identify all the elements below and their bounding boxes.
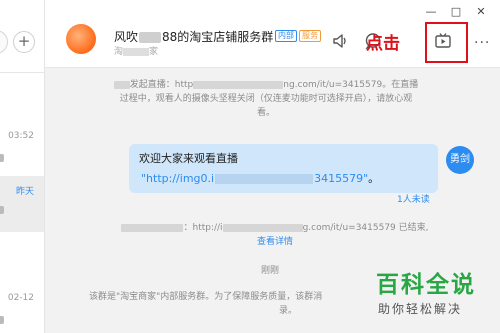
live-video-icon[interactable] bbox=[434, 32, 452, 50]
system-text: g.com/it/u=3415579 已结束, bbox=[302, 223, 429, 233]
system-message-live-end: ：http://i g.com/it/u=3415579 已结束, 查看详情 bbox=[105, 221, 445, 249]
system-text: ：http://i bbox=[183, 223, 223, 233]
subtitle-prefix: 淘 bbox=[114, 47, 124, 57]
system-text: ng.com/it/u=3415579。在直播 bbox=[283, 80, 419, 90]
redacted-text bbox=[123, 47, 150, 56]
group-subtitle: 淘家 bbox=[114, 44, 158, 57]
group-name: 风吹 88的淘宝店铺服务群 bbox=[114, 28, 273, 45]
system-text: 过程中，观看人的摄像头坚程关闭（仅连麦功能时可选择开启），请放心观 bbox=[119, 94, 413, 104]
system-text: 发起直播：http bbox=[129, 80, 194, 90]
click-annotation-label: 点击 bbox=[366, 34, 400, 54]
service-badge: 服务 bbox=[299, 30, 321, 42]
message-text: 欢迎大家来观看直播 bbox=[139, 152, 238, 165]
conversation-preview-fragment bbox=[0, 206, 4, 214]
internal-badge: 内部 bbox=[275, 30, 297, 42]
conversation-item-active[interactable]: 昨天 bbox=[0, 176, 44, 232]
speaker-icon[interactable] bbox=[332, 32, 350, 50]
message-link-prefix: "http://img0.i bbox=[141, 172, 215, 185]
redacted-text bbox=[113, 80, 130, 89]
maximize-button[interactable]: □ bbox=[449, 5, 463, 18]
conversation-preview-fragment bbox=[0, 316, 4, 324]
timestamp: 刚刚 bbox=[260, 266, 279, 276]
conversation-time: 昨天 bbox=[15, 187, 34, 197]
conversation-item[interactable]: 02-12 bbox=[0, 288, 44, 333]
message-link-suffix: 3415579" bbox=[314, 172, 369, 185]
message-bubble-outgoing[interactable]: 欢迎大家来观看直播 "http://img0.i 3415579"。 bbox=[129, 144, 438, 193]
redacted-text bbox=[193, 80, 284, 89]
system-message-live-start: 发起直播：http ng.com/it/u=3415579。在直播 过程中，观看人… bbox=[81, 78, 451, 120]
read-status[interactable]: 1人未读 bbox=[397, 192, 430, 205]
redacted-text bbox=[222, 223, 303, 232]
redacted-text bbox=[139, 32, 162, 43]
my-avatar[interactable]: 勇剑 bbox=[446, 146, 474, 174]
search-input[interactable] bbox=[0, 30, 8, 54]
redacted-text bbox=[215, 174, 314, 184]
close-button[interactable]: ✕ bbox=[474, 5, 488, 18]
watermark-subtitle: 助你轻松解决 bbox=[378, 302, 463, 316]
group-name-suffix: 88的淘宝店铺服务群 bbox=[162, 30, 274, 44]
chat-header: 风吹 88的淘宝店铺服务群 内部 服务 淘家 — □ ✕ 点击 ··· bbox=[45, 0, 500, 68]
conversation-sidebar: + 03:52 昨天 02-12 bbox=[0, 0, 45, 333]
redacted-text bbox=[121, 223, 184, 232]
group-name-prefix: 风吹 bbox=[114, 30, 139, 44]
watermark-title: 百科全说 bbox=[376, 272, 476, 298]
add-button[interactable]: + bbox=[13, 31, 35, 53]
conversation-time: 02-12 bbox=[7, 293, 34, 303]
sidebar-divider bbox=[0, 72, 44, 73]
more-icon[interactable]: ··· bbox=[474, 35, 490, 51]
minimize-button[interactable]: — bbox=[424, 5, 438, 18]
watermark-logo: 百科全说 助你轻松解决 bbox=[376, 270, 496, 328]
view-details-link[interactable]: 查看详情 bbox=[105, 235, 445, 249]
message-period: 。 bbox=[368, 172, 380, 185]
system-text: 看。 bbox=[256, 108, 275, 118]
conversation-preview-fragment bbox=[0, 154, 4, 162]
conversation-time: 03:52 bbox=[8, 131, 34, 141]
subtitle-suffix: 家 bbox=[149, 47, 159, 57]
group-avatar[interactable] bbox=[66, 24, 96, 54]
message-link[interactable]: "http://img0.i 3415579"。 bbox=[139, 170, 428, 186]
